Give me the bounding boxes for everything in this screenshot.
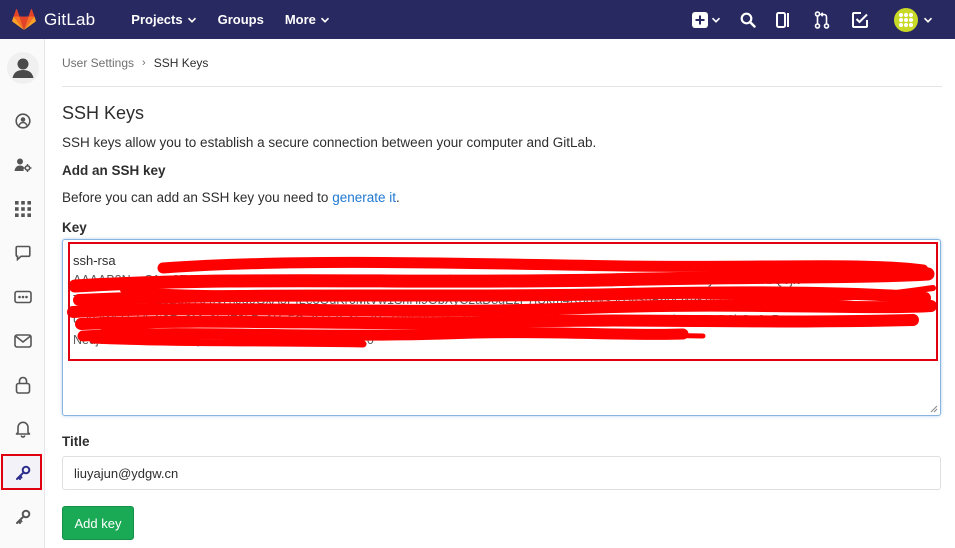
generate-suffix: . <box>395 190 400 205</box>
chevron-down-icon <box>923 17 932 23</box>
settings-sidebar <box>0 39 45 548</box>
key-highlight-frame <box>68 242 938 361</box>
sidebar-user-avatar[interactable] <box>0 47 45 89</box>
breadcrumb-ssh-keys[interactable]: SSH Keys <box>154 56 209 70</box>
token-icon <box>13 290 32 304</box>
envelope-icon <box>13 334 32 348</box>
chevron-down-icon <box>187 17 196 23</box>
sidebar-item-emails[interactable] <box>0 323 45 359</box>
brand-name: GitLab <box>44 9 96 29</box>
breadcrumb-user-settings[interactable]: User Settings <box>62 56 134 70</box>
generate-instructions: Before you can add an SSH key you need t… <box>62 190 400 205</box>
gitlab-home-link[interactable]: GitLab <box>12 8 96 31</box>
nav-more-dropdown[interactable]: More <box>285 12 330 27</box>
todos-button[interactable] <box>849 9 871 31</box>
title-input[interactable] <box>62 456 941 490</box>
sidebar-item-profile[interactable] <box>0 103 45 139</box>
new-item-dropdown[interactable] <box>690 9 722 31</box>
generate-prefix: Before you can add an SSH key you need t… <box>62 190 333 205</box>
page-description: SSH keys allow you to establish a secure… <box>62 135 597 150</box>
sidebar-item-chat[interactable] <box>0 235 45 271</box>
sidebar-item-access-tokens[interactable] <box>0 279 45 315</box>
breadcrumb-chevron-icon: › <box>142 56 146 69</box>
profile-icon <box>14 113 31 129</box>
user-menu-dropdown[interactable] <box>892 8 934 32</box>
bell-icon <box>15 421 30 438</box>
chevron-down-icon <box>320 17 329 23</box>
sidebar-item-gpg-keys[interactable] <box>0 499 45 535</box>
lock-icon <box>15 376 30 394</box>
merge-requests-button[interactable] <box>811 9 833 31</box>
gitlab-logo-icon <box>12 8 36 30</box>
key-textarea[interactable]: ssh-rsa AAAAB3NzaC1yc2EAAAADAQABAAABAQC8… <box>62 239 941 416</box>
merge-request-icon <box>814 11 830 29</box>
add-key-button[interactable]: Add key <box>62 506 134 540</box>
plus-square-icon <box>691 12 708 28</box>
issues-button[interactable] <box>773 9 795 31</box>
key-icon <box>15 509 30 524</box>
breadcrumb: User Settings › SSH Keys <box>62 39 942 87</box>
search-button[interactable] <box>737 9 759 31</box>
nav-more-label: More <box>284 12 316 27</box>
applications-grid-icon <box>14 201 31 217</box>
top-navbar: GitLab Projects Groups More <box>0 0 955 39</box>
account-settings-icon <box>14 158 31 172</box>
sidebar-item-ssh-keys[interactable] <box>0 455 45 491</box>
nav-projects-dropdown[interactable]: Projects <box>131 12 196 27</box>
nav-projects-label: Projects <box>131 12 183 27</box>
sidebar-item-notifications[interactable] <box>0 411 45 447</box>
key-icon <box>15 465 30 480</box>
nav-groups-link[interactable]: Groups <box>218 12 264 27</box>
sidebar-item-account[interactable] <box>0 147 45 183</box>
user-silhouette-icon <box>6 52 39 84</box>
resize-grip-icon[interactable] <box>929 404 938 413</box>
page-title: SSH Keys <box>62 103 145 123</box>
sidebar-item-applications[interactable] <box>0 191 45 227</box>
sidebar-item-password[interactable] <box>0 367 45 403</box>
title-label: Title <box>62 434 90 449</box>
comment-icon <box>14 245 31 261</box>
search-icon <box>740 12 756 28</box>
issues-icon <box>776 12 789 28</box>
add-key-heading: Add an SSH key <box>62 163 166 178</box>
generate-it-link[interactable]: generate it <box>332 190 396 205</box>
todo-check-icon <box>852 12 868 28</box>
key-label: Key <box>62 220 87 235</box>
user-avatar-icon <box>893 8 918 32</box>
chevron-down-icon <box>711 17 720 23</box>
nav-groups-label: Groups <box>217 12 264 27</box>
